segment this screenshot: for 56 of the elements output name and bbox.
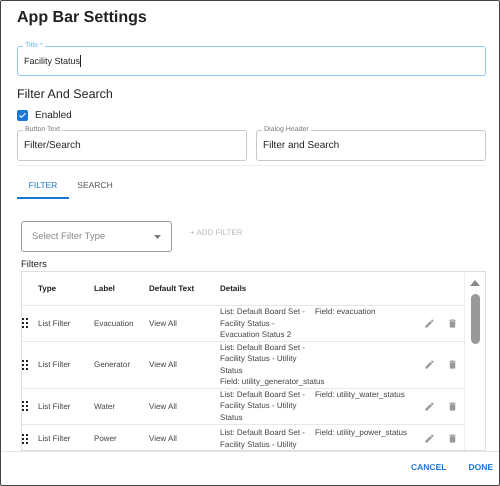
drag-handle-icon[interactable] xyxy=(22,434,28,444)
details-text: Facility Status - Utility xyxy=(220,438,298,450)
dropdown-caret-icon xyxy=(154,234,161,238)
section-title: Filter And Search xyxy=(17,87,114,103)
dialog-action-button[interactable]: DONE xyxy=(466,460,495,474)
edit-icon[interactable] xyxy=(424,400,435,412)
details-text: List: Default Board Set - xyxy=(220,342,306,353)
table-cell-text: Power xyxy=(94,434,118,443)
delete-icon[interactable] xyxy=(447,318,458,329)
details-text: Status xyxy=(220,412,244,424)
table-cell-text: List Filter xyxy=(38,360,72,369)
edit-icon[interactable] xyxy=(424,359,435,370)
details-text: Status xyxy=(220,364,244,376)
column-header: Label xyxy=(94,284,116,293)
checkbox-label: Enabled xyxy=(35,110,72,120)
scrollbar-thumb[interactable] xyxy=(470,294,480,344)
details-text: Facility Status - xyxy=(220,318,276,329)
details-text: Facility Status - Utility xyxy=(220,400,298,412)
dialog-action-button[interactable]: CANCEL xyxy=(409,460,448,474)
tab[interactable]: SEARCH xyxy=(69,172,121,199)
details-text: Field: utility_generator_status xyxy=(220,376,326,388)
edit-icon[interactable] xyxy=(424,318,435,329)
details-text: Field: evacuation xyxy=(314,306,376,318)
table-cell-text: Generator xyxy=(94,360,132,369)
filter-type-select[interactable]: Select Filter Type xyxy=(21,221,172,252)
edit-icon[interactable] xyxy=(424,433,435,444)
details-text: Field: utility_water_status xyxy=(314,388,405,400)
details-text: List: Default Board Set - xyxy=(220,306,305,318)
filters-label: Filters xyxy=(21,259,48,271)
drag-handle-icon[interactable] xyxy=(22,318,28,328)
scroll-up-icon[interactable] xyxy=(470,280,480,286)
details-text: List: Default Board Set - xyxy=(220,388,305,400)
table-cell-text: Evacuation xyxy=(94,318,135,328)
table-cell-text: View All xyxy=(149,360,178,369)
column-header: Type xyxy=(38,284,58,293)
details-text: Facility Status - Utility xyxy=(220,353,298,364)
column-header: Details xyxy=(220,284,248,293)
table-cell-text: List Filter xyxy=(38,318,72,328)
table-cell-text: View All xyxy=(149,318,178,328)
column-header: Default Text xyxy=(149,284,196,293)
table-cell-text: List Filter xyxy=(38,402,72,410)
details-text: List: Default Board Set - xyxy=(220,427,305,438)
drag-handle-icon[interactable] xyxy=(22,401,28,411)
table-cell-text: Water xyxy=(94,402,116,410)
delete-icon[interactable] xyxy=(447,400,458,412)
table-cell-text: List Filter xyxy=(38,434,72,443)
drag-handle-icon[interactable] xyxy=(22,360,28,370)
delete-icon[interactable] xyxy=(447,359,458,370)
delete-icon[interactable] xyxy=(447,433,458,444)
enabled-checkbox[interactable] xyxy=(17,110,28,120)
dialog-title: App Bar Settings xyxy=(17,9,148,28)
table-cell-text: View All xyxy=(149,402,178,410)
details-text: Field: utility_power_status xyxy=(314,427,407,438)
table-cell-text: View All xyxy=(149,434,178,443)
tab[interactable]: FILTER xyxy=(17,172,69,199)
details-text: Evacuation Status 2 xyxy=(220,329,292,340)
